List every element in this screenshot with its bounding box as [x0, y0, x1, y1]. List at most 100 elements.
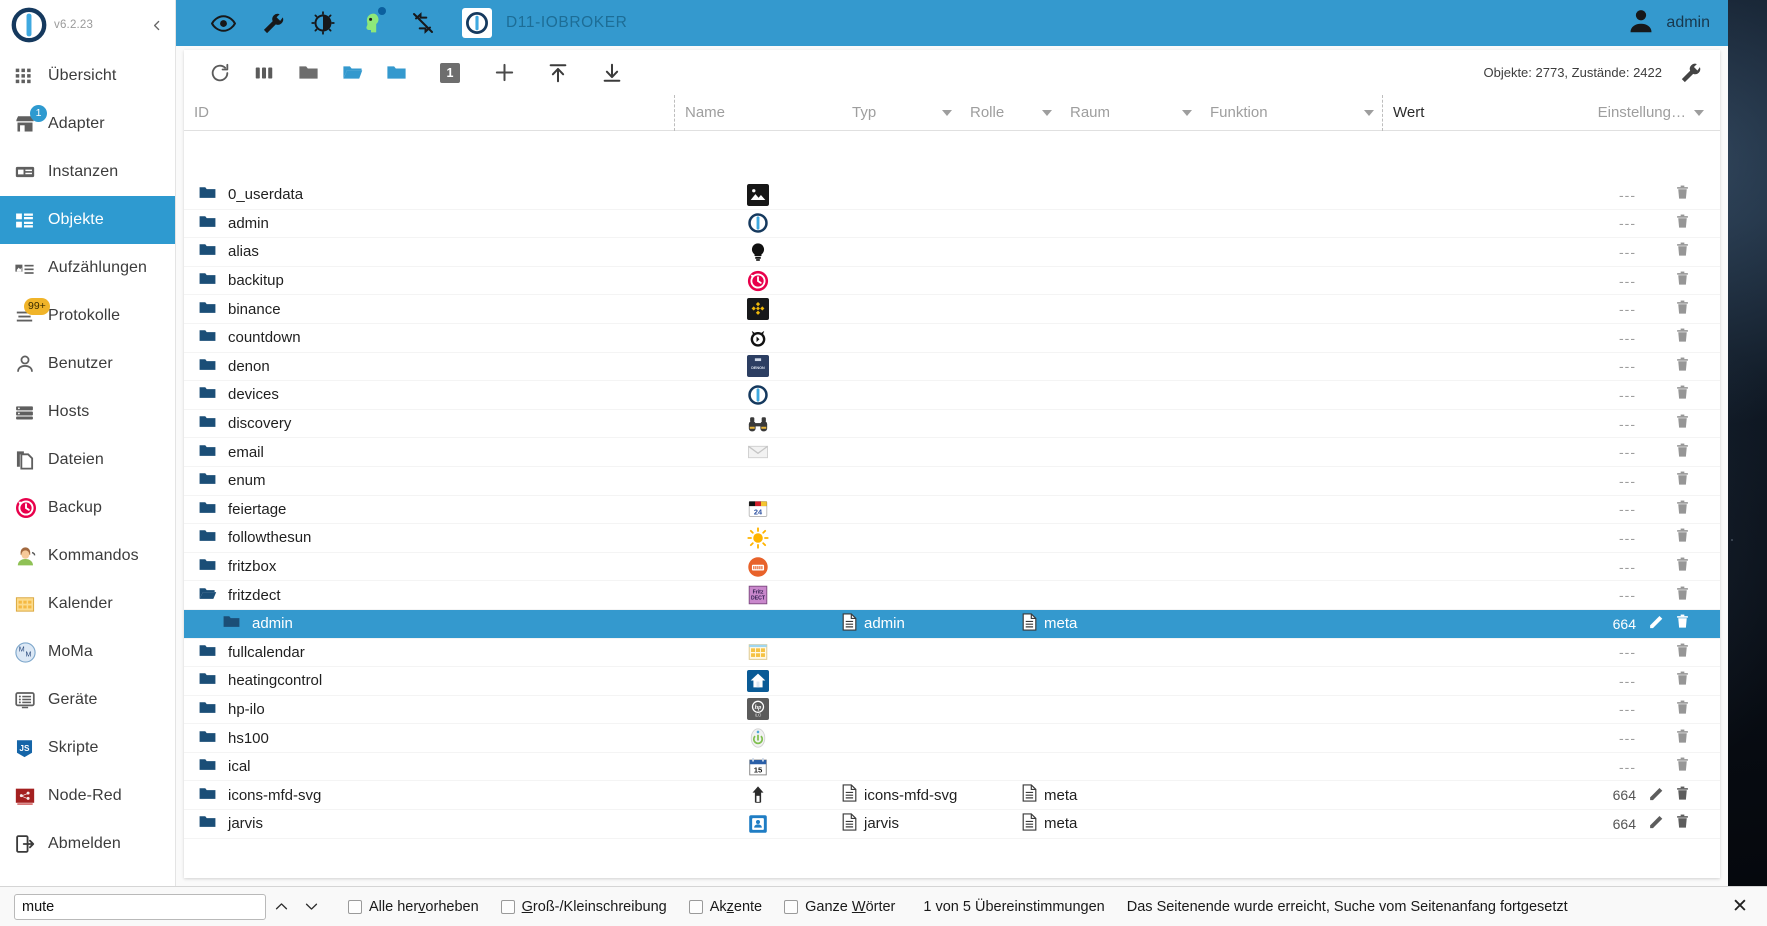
table-row[interactable]: 0_userdata --- [184, 181, 1720, 210]
delete-row-button[interactable] [1674, 184, 1691, 205]
find-input[interactable] [14, 893, 266, 920]
chevron-down-icon[interactable] [942, 109, 952, 116]
delete-row-button[interactable] [1674, 785, 1691, 806]
table-row[interactable]: admin --- [184, 210, 1720, 239]
table-row[interactable]: fullcalendar --- [184, 639, 1720, 668]
folder-icon[interactable] [198, 412, 228, 435]
row-id-cell[interactable]: fritzdect [184, 584, 674, 607]
row-id-cell[interactable]: admin [184, 612, 674, 635]
table-row[interactable]: alias --- [184, 238, 1720, 267]
folder-icon[interactable] [198, 326, 228, 349]
column-header-einstellungen[interactable]: Einstellung… [1508, 95, 1720, 131]
delete-row-button[interactable] [1674, 213, 1691, 234]
sidebar-item-objekte[interactable]: Objekte [0, 196, 175, 244]
table-row[interactable]: jarvis jarvis meta 664 [184, 810, 1720, 839]
folder-icon[interactable] [198, 784, 228, 807]
row-id-cell[interactable]: devices [184, 383, 674, 406]
import-button[interactable] [538, 53, 578, 93]
folder-icon[interactable] [198, 812, 228, 835]
folder-icon[interactable] [198, 555, 228, 578]
delete-row-button[interactable] [1674, 699, 1691, 720]
brightness-icon[interactable] [298, 0, 348, 46]
table-row[interactable]: feiertage 24 --- [184, 496, 1720, 525]
row-id-cell[interactable]: 0_userdata [184, 183, 674, 206]
table-row[interactable]: countdown --- [184, 324, 1720, 353]
edit-row-button[interactable] [1648, 785, 1665, 806]
delete-row-button[interactable] [1674, 327, 1691, 348]
table-row[interactable]: binance --- [184, 295, 1720, 324]
delete-row-button[interactable] [1674, 384, 1691, 405]
table-row[interactable]: hp-ilo hp iLO --- [184, 696, 1720, 725]
table-row[interactable]: ical 15 --- [184, 753, 1720, 782]
delete-row-button[interactable] [1674, 728, 1691, 749]
highlight-all-checkbox[interactable]: Alle hervorheben [348, 899, 479, 915]
wrench-icon[interactable] [248, 0, 298, 46]
row-id-cell[interactable]: enum [184, 469, 674, 492]
match-case-checkbox[interactable]: Groß-/Kleinschreibung [500, 899, 667, 915]
row-id-cell[interactable]: heatingcontrol [184, 669, 674, 692]
delete-row-button[interactable] [1674, 527, 1691, 548]
folder-icon[interactable] [198, 727, 228, 750]
table-row[interactable]: fritzbox --- [184, 553, 1720, 582]
row-id-cell[interactable]: feiertage [184, 498, 674, 521]
delete-row-button[interactable] [1674, 470, 1691, 491]
sidebar-item-adapter[interactable]: 1 Adapter [0, 100, 175, 148]
row-id-cell[interactable]: ical [184, 755, 674, 778]
folder-icon[interactable] [198, 641, 228, 664]
columns-button[interactable] [244, 53, 284, 93]
folder-icon[interactable] [198, 698, 228, 721]
refresh-button[interactable] [200, 53, 240, 93]
folder-icon[interactable] [198, 755, 228, 778]
delete-row-button[interactable] [1674, 670, 1691, 691]
folder-icon[interactable] [198, 526, 228, 549]
sidebar-item-ger-te[interactable]: Geräte [0, 676, 175, 724]
table-row[interactable]: discovery --- [184, 410, 1720, 439]
row-id-cell[interactable]: email [184, 441, 674, 464]
folder-icon[interactable] [198, 240, 228, 263]
sidebar-item-protokolle[interactable]: 99+ Protokolle [0, 292, 175, 340]
row-id-cell[interactable]: denon [184, 355, 674, 378]
delete-row-button[interactable] [1674, 613, 1691, 634]
table-row[interactable]: email --- [184, 438, 1720, 467]
collapse-all-button[interactable] [288, 53, 328, 93]
eye-icon[interactable] [198, 0, 248, 46]
close-icon[interactable]: ✕ [1727, 894, 1753, 920]
delete-row-button[interactable] [1674, 585, 1691, 606]
column-header-wert[interactable]: Wert [1382, 94, 1508, 131]
row-id-cell[interactable]: hp-ilo [184, 698, 674, 721]
delete-row-button[interactable] [1674, 813, 1691, 834]
table-row[interactable]: backitup --- [184, 267, 1720, 296]
sidebar-item-node-red[interactable]: Node-Red [0, 772, 175, 820]
chevron-down-icon[interactable] [1694, 109, 1704, 116]
column-header-name[interactable]: Name [674, 94, 842, 131]
row-id-cell[interactable]: fullcalendar [184, 641, 674, 664]
export-button[interactable] [592, 53, 632, 93]
row-id-cell[interactable]: countdown [184, 326, 674, 349]
expand-all-button[interactable] [332, 53, 372, 93]
sidebar-item-moma[interactable]: M M MoMa [0, 628, 175, 676]
sidebar-item--bersicht[interactable]: Übersicht [0, 52, 175, 100]
row-id-cell[interactable]: icons-mfd-svg [184, 784, 674, 807]
chevron-left-icon[interactable] [143, 12, 169, 38]
expand-one-button[interactable] [376, 53, 416, 93]
row-id-cell[interactable]: discovery [184, 412, 674, 435]
sidebar-item-kalender[interactable]: Kalender [0, 580, 175, 628]
whole-words-checkbox[interactable]: Ganze Wörter [784, 899, 895, 915]
delete-row-button[interactable] [1674, 413, 1691, 434]
delete-row-button[interactable] [1674, 356, 1691, 377]
delete-row-button[interactable] [1674, 270, 1691, 291]
row-id-cell[interactable]: binance [184, 298, 674, 321]
column-header-rolle[interactable]: Rolle [960, 95, 1060, 131]
table-row[interactable]: icons-mfd-svg icons-mfd-svg meta 664 [184, 781, 1720, 811]
user-menu[interactable]: admin [1626, 6, 1710, 41]
sidebar-item-aufz-hlungen[interactable]: Aufzählungen [0, 244, 175, 292]
chevron-down-icon[interactable] [1182, 109, 1192, 116]
sidebar-item-kommandos[interactable]: Kommandos [0, 532, 175, 580]
delete-row-button[interactable] [1674, 756, 1691, 777]
folder-icon[interactable] [198, 183, 228, 206]
delete-row-button[interactable] [1674, 241, 1691, 262]
folder-icon[interactable] [198, 269, 228, 292]
folder-icon[interactable] [198, 498, 228, 521]
table-row[interactable]: followthesun --- [184, 524, 1720, 553]
expert-mode-icon[interactable] [348, 0, 398, 46]
